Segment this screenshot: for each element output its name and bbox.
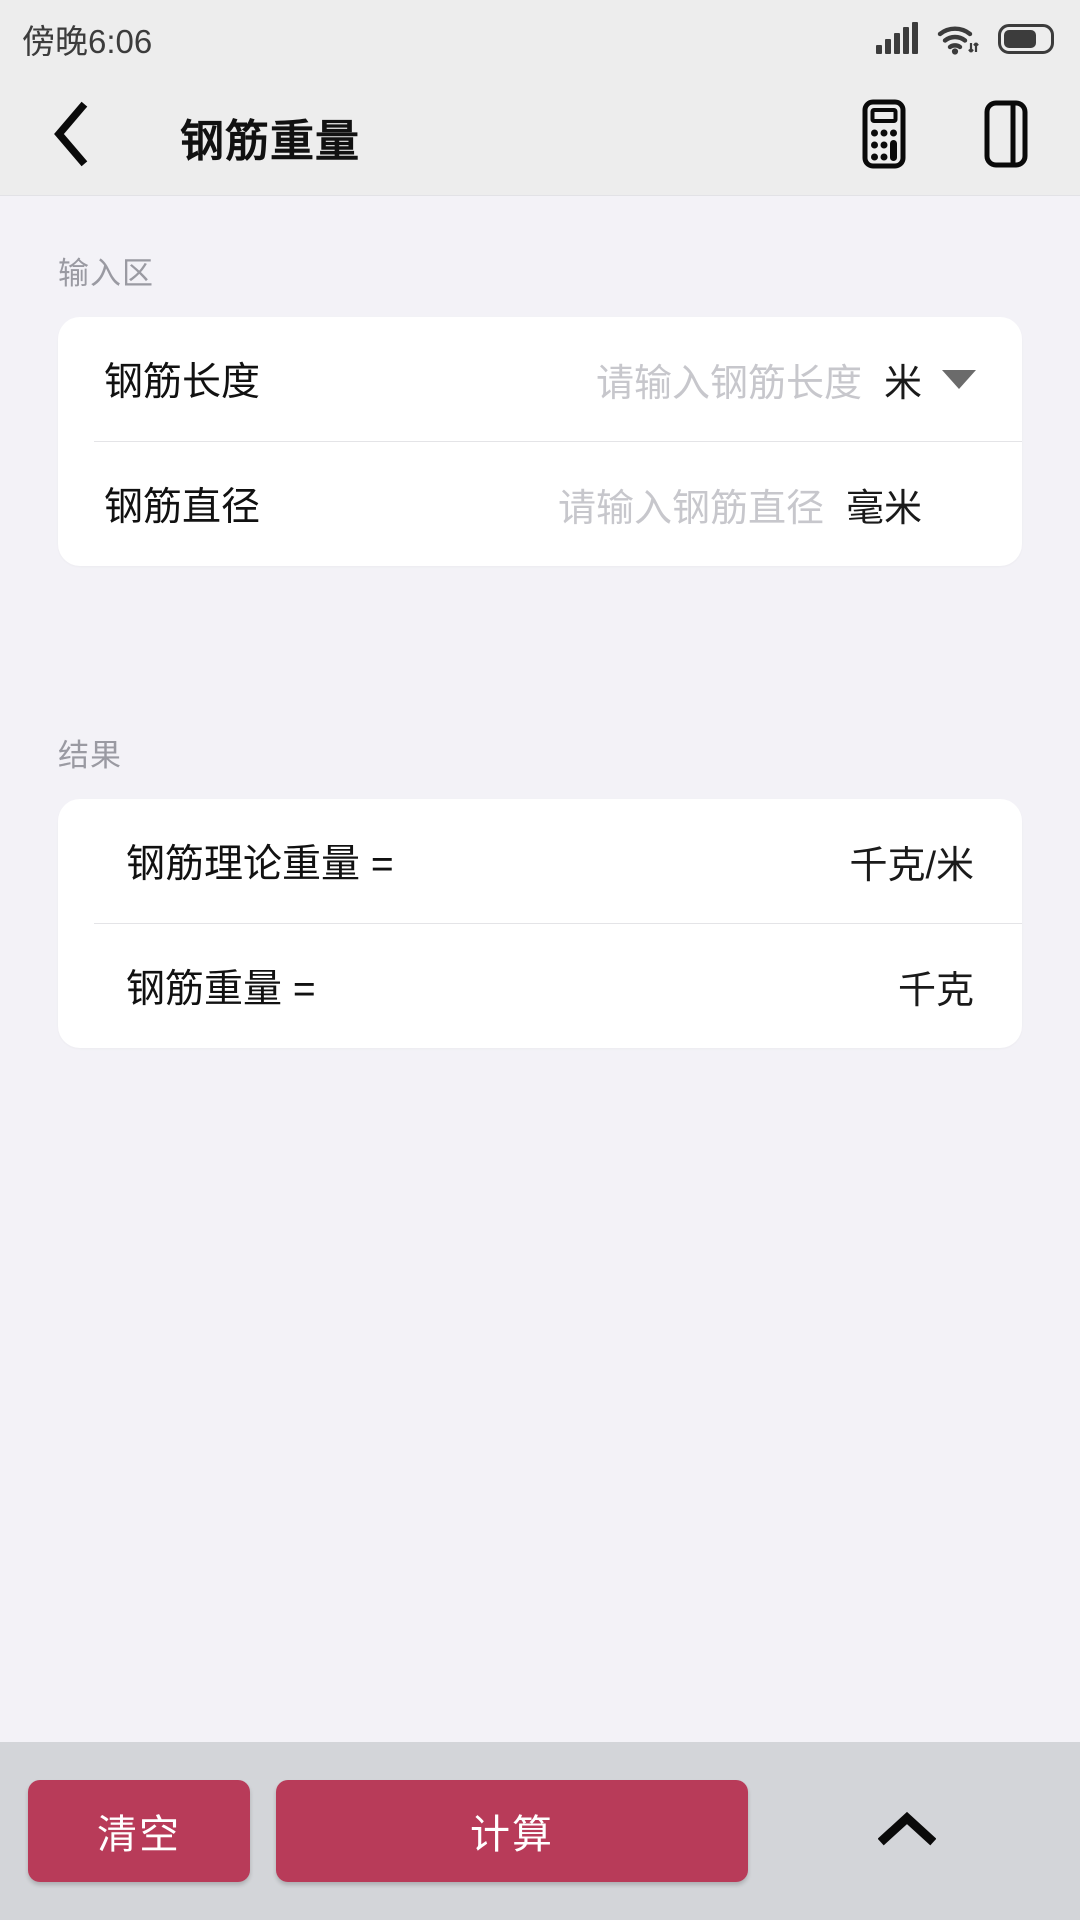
calculate-button[interactable]: 计算 <box>276 1780 748 1882</box>
battery-icon <box>998 24 1054 54</box>
triangle-down-icon <box>942 369 976 389</box>
app-screen: 傍晚6:06 钢筋重量 输入区 钢筋长度 请输入钢筋长度 米 钢筋直径 请输入钢… <box>0 0 1080 1920</box>
input-card: 钢筋长度 请输入钢筋长度 米 钢筋直径 请输入钢筋直径 毫米 <box>58 317 1022 566</box>
length-input[interactable]: 请输入钢筋长度 <box>260 352 862 407</box>
result-card: 钢筋理论重量 = 千克/米 钢筋重量 = 千克 <box>58 799 1022 1048</box>
panel-layout-icon <box>978 98 1034 175</box>
page-title: 钢筋重量 <box>180 116 360 166</box>
wifi-icon <box>937 23 979 55</box>
result-label-theoretical: 钢筋理论重量 = <box>126 843 394 886</box>
calculator-icon <box>857 98 911 175</box>
clear-button[interactable]: 清空 <box>28 1780 250 1882</box>
back-button[interactable] <box>34 100 108 174</box>
field-row-diameter[interactable]: 钢筋直径 请输入钢筋直径 毫米 <box>58 442 1022 566</box>
panel-layout-button[interactable] <box>968 97 1044 177</box>
result-label-weight: 钢筋重量 = <box>126 968 316 1011</box>
input-section-label: 输入区 <box>58 256 154 291</box>
status-icons <box>876 22 1054 55</box>
field-label-length: 钢筋长度 <box>104 361 261 404</box>
field-label-diameter: 钢筋直径 <box>104 486 261 529</box>
bottom-action-bar: 清空 计算 <box>0 1742 1080 1920</box>
collapse-button[interactable] <box>748 1809 1080 1854</box>
length-unit: 米 <box>883 362 922 405</box>
app-header: 钢筋重量 <box>0 78 1080 196</box>
result-value-weight: 千克 <box>897 969 974 1012</box>
length-unit-dropdown[interactable] <box>922 369 996 389</box>
result-row-theoretical: 钢筋理论重量 = 千克/米 <box>58 799 1022 923</box>
status-bar: 傍晚6:06 <box>0 0 1080 78</box>
chevron-up-icon <box>877 1809 937 1854</box>
page-content: 输入区 钢筋长度 请输入钢筋长度 米 钢筋直径 请输入钢筋直径 毫米 结果 钢筋… <box>0 196 1080 1742</box>
diameter-input[interactable]: 请输入钢筋直径 <box>260 477 824 532</box>
chevron-left-icon <box>49 101 93 172</box>
result-row-weight: 钢筋重量 = 千克 <box>58 924 1022 1048</box>
status-time: 傍晚6:06 <box>22 23 153 60</box>
signal-icon <box>876 22 918 54</box>
diameter-unit: 毫米 <box>845 487 922 530</box>
calculator-button[interactable] <box>846 97 922 177</box>
field-row-length[interactable]: 钢筋长度 请输入钢筋长度 米 <box>58 317 1022 441</box>
result-section-label: 结果 <box>58 738 122 773</box>
result-value-theoretical: 千克/米 <box>849 844 974 887</box>
